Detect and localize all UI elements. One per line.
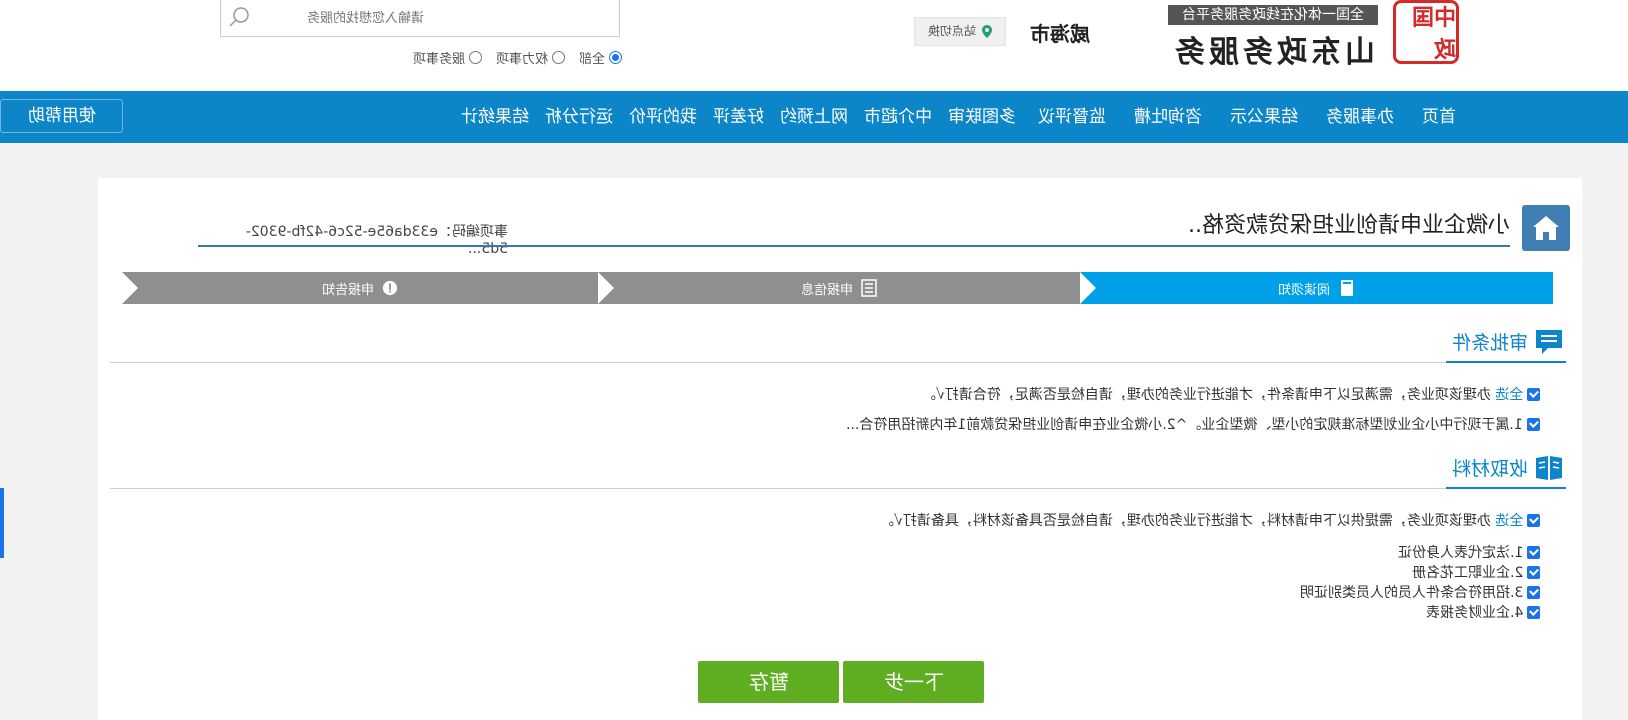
- nav-item-services[interactable]: 办事服务: [1312, 91, 1408, 143]
- nav-item-supervise[interactable]: 监督评议: [1024, 91, 1120, 143]
- radio-all-dot[interactable]: [609, 50, 622, 64]
- nav-item-online-booking[interactable]: 网上预约: [772, 91, 856, 143]
- nav-item-multi-review[interactable]: 多图联审: [940, 91, 1024, 143]
- radio-service-items[interactable]: 服务事项: [413, 48, 482, 67]
- nav-item-consult[interactable]: 咨询吐槽: [1120, 91, 1216, 143]
- checkbox[interactable]: [1527, 417, 1540, 431]
- material-item-3[interactable]: 3.招用符合条件人员的人员类别证明: [1300, 582, 1540, 602]
- radio-power-dot[interactable]: [551, 50, 565, 64]
- save-draft-button[interactable]: 暂存: [698, 661, 839, 703]
- message-icon: [1536, 330, 1562, 354]
- site-switch-button[interactable]: 站点切换: [914, 17, 1006, 46]
- step-application-notice[interactable]: 申报告知: [122, 272, 598, 304]
- section-divider: [110, 488, 1566, 489]
- site-switch-label: 站点切换: [927, 24, 976, 38]
- checkbox[interactable]: [1527, 545, 1540, 559]
- location-pin-icon: [982, 25, 992, 38]
- section-divider-accent: [1446, 361, 1566, 363]
- checkbox[interactable]: [1527, 565, 1540, 579]
- help-button[interactable]: 使用帮助: [0, 99, 123, 133]
- section-divider-accent: [1446, 487, 1566, 489]
- search-input[interactable]: [307, 8, 607, 28]
- nav-item-agency-market[interactable]: 中介超市: [856, 91, 940, 143]
- search-icon[interactable]: [227, 5, 251, 29]
- exclamation-icon: [382, 280, 398, 296]
- radio-service-dot[interactable]: [468, 50, 482, 64]
- logo-title[interactable]: 山东政务服务: [1168, 27, 1378, 70]
- main-card: 小微企业申请创业担保贷款资格.. 事项编码：e33da65e-52c6-42fb…: [98, 178, 1582, 720]
- left-accent-bar: [0, 488, 4, 558]
- nav-item-my-rating[interactable]: 我的评价: [621, 91, 705, 143]
- next-step-button[interactable]: 下一步: [843, 661, 984, 703]
- nav-item-results[interactable]: 结果公示: [1216, 91, 1312, 143]
- item-code: 事项编码：e33da65e-52c6-42fb-9302-5d5...: [245, 224, 508, 257]
- section-title-conditions: 审批条件: [1451, 332, 1528, 354]
- page-title: 小微企业申请创业担保贷款资格..: [1188, 213, 1510, 238]
- checkbox[interactable]: [1527, 605, 1540, 619]
- material-item-1[interactable]: 1.法定代表人身份证: [1398, 542, 1540, 562]
- book-icon: [1536, 456, 1562, 480]
- section-title-materials: 收取材料: [1451, 458, 1528, 480]
- step-application-info[interactable]: 申报信息: [598, 272, 1080, 304]
- title-underline: [198, 245, 1510, 247]
- nav-items: 首页 办事服务 结果公示 咨询吐槽 监督评议 多图联审 中介超市 网上预约 好差…: [461, 91, 1470, 143]
- checkbox[interactable]: [1527, 387, 1540, 401]
- material-item-4[interactable]: 4.企业财务报表: [1426, 602, 1540, 622]
- material-item-2[interactable]: 2.企业职工花名册: [1412, 562, 1540, 582]
- home-icon[interactable]: [1522, 205, 1570, 251]
- search-scope-radios: 全部 权力事项 服务事项: [400, 47, 622, 67]
- conditions-select-all-row[interactable]: 全选 办理该项业务，需满足以下申请条件，才能进行业务的办理，请自检是否满足，符合…: [922, 384, 1540, 404]
- document-icon: [1340, 280, 1353, 296]
- radio-all[interactable]: 全部: [579, 48, 622, 67]
- search-box: [220, 0, 620, 37]
- section-divider: [110, 362, 1566, 363]
- form-icon: [861, 279, 877, 297]
- logo-subtitle: 全国一体化在线政务服务平台: [1168, 5, 1378, 25]
- step-read-notice[interactable]: 阅读须知: [1080, 272, 1553, 304]
- city-name: 威海市: [1030, 22, 1090, 46]
- materials-select-all-row[interactable]: 全选 办理该项业务，需提供以下申请材料，才能进行业务的办理，请自检是否具备该材料…: [880, 510, 1540, 530]
- condition-item-1[interactable]: 1.属于现行中小企业划型标准规定的小型、微型企业。^2.小微企业在申请创业担保贷…: [846, 414, 1540, 434]
- logo-seal-icon[interactable]: 中国政: [1393, 0, 1459, 64]
- site-header: 中国政 全国一体化在线政务服务平台 山东政务服务 威海市 站点切换 全部 权力事…: [0, 0, 1628, 91]
- checkbox[interactable]: [1527, 513, 1540, 527]
- main-nav: 使用帮助 首页 办事服务 结果公示 咨询吐槽 监督评议 多图联审 中介超市 网上…: [0, 91, 1628, 143]
- checkbox[interactable]: [1527, 585, 1540, 599]
- nav-item-home[interactable]: 首页: [1408, 91, 1470, 143]
- radio-power-items[interactable]: 权力事项: [496, 48, 565, 67]
- nav-item-analysis[interactable]: 运行分析: [537, 91, 621, 143]
- nav-item-rating[interactable]: 好差评: [705, 91, 772, 143]
- nav-item-statistics[interactable]: 结果统计: [453, 91, 537, 143]
